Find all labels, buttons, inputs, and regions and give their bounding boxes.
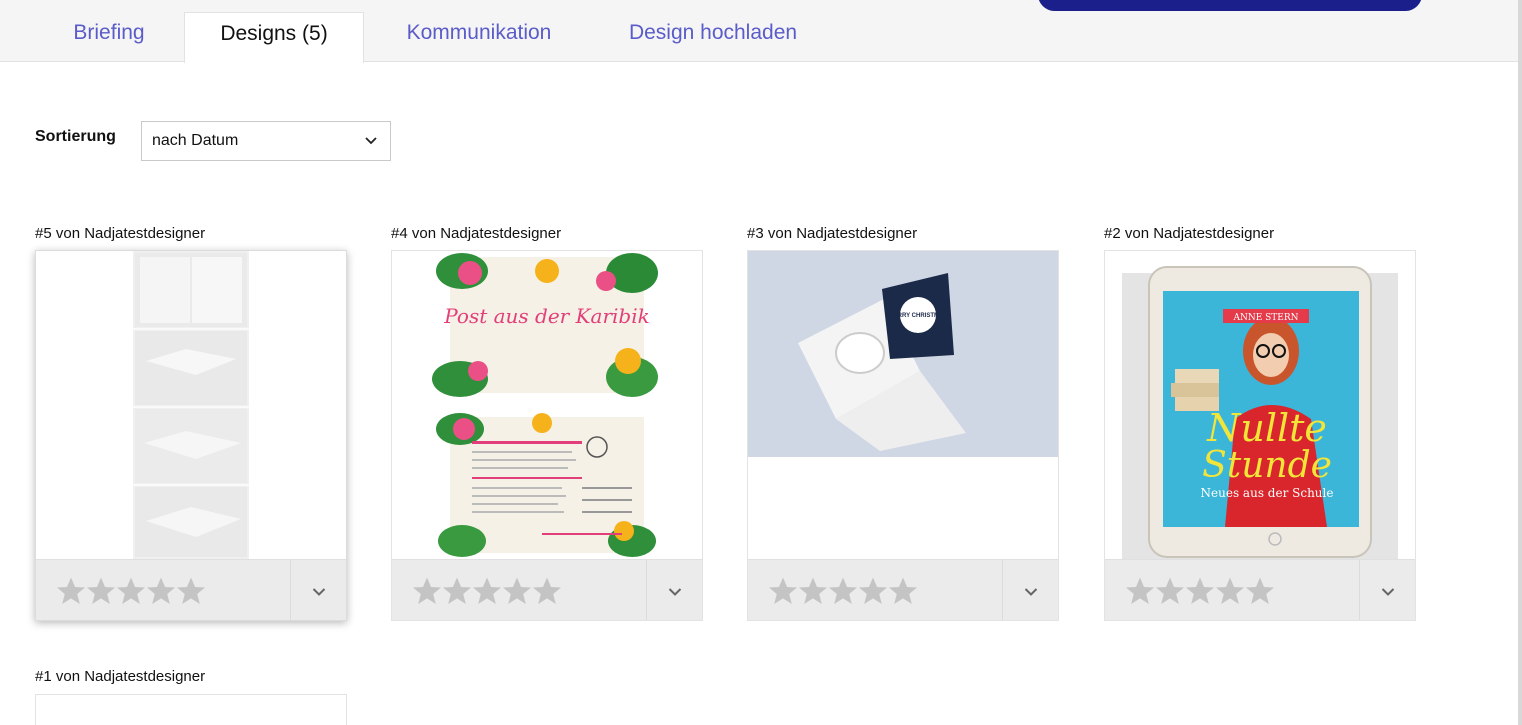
chevron-down-icon [668, 587, 682, 597]
card-menu-toggle[interactable] [646, 560, 702, 620]
card-text: MERRY CHRISTMAS [889, 313, 948, 319]
tab-bar: Briefing Designs (5) Kommunikation Desig… [0, 0, 1522, 63]
book-title-line-1: Nullte [1206, 406, 1327, 450]
star-icon[interactable] [768, 576, 798, 606]
star-icon[interactable] [828, 576, 858, 606]
card-menu-toggle[interactable] [1002, 560, 1058, 620]
design-card-2[interactable]: ANNE STERN Nullte Stunde Neues aus der S… [1104, 250, 1416, 621]
chevron-down-icon [1381, 587, 1395, 597]
design-thumbnail[interactable]: ANNE STERN Nullte Stunde Neues aus der S… [1105, 251, 1415, 559]
design-title: #5 von Nadjatestdesigner [35, 225, 206, 242]
design-card-4[interactable]: Post aus der Karibik [391, 250, 703, 621]
design-title: #2 von Nadjatestdesigner [1104, 225, 1275, 242]
star-icon[interactable] [502, 576, 532, 606]
star-icon[interactable] [176, 576, 206, 606]
front-card-text: Post aus der Karibik [443, 304, 649, 328]
card-menu-toggle[interactable] [290, 560, 346, 620]
design-title: #4 von Nadjatestdesigner [391, 225, 562, 242]
design-thumbnail[interactable]: Post aus der Karibik [392, 251, 702, 559]
star-icon[interactable] [532, 576, 562, 606]
rating-bar [748, 559, 1058, 620]
star-icon[interactable] [1215, 576, 1245, 606]
chevron-down-icon [1024, 587, 1038, 597]
top-action-button[interactable] [1038, 0, 1422, 11]
design-thumbnail[interactable]: MERRY CHRISTMAS [748, 251, 1058, 559]
star-rating[interactable] [56, 576, 206, 606]
star-icon[interactable] [56, 576, 86, 606]
star-icon[interactable] [798, 576, 828, 606]
card-menu-toggle[interactable] [1359, 560, 1415, 620]
tab-kommunikation[interactable]: Kommunikation [384, 12, 574, 62]
star-icon[interactable] [1245, 576, 1275, 606]
book-title-line-2: Stunde [1202, 445, 1332, 486]
star-icon[interactable] [1185, 576, 1215, 606]
sort-select-value: nach Datum [152, 132, 239, 149]
star-icon[interactable] [412, 576, 442, 606]
chevron-down-icon [312, 587, 326, 597]
sort-select[interactable]: nach Datum [141, 121, 391, 161]
star-icon[interactable] [146, 576, 176, 606]
star-icon[interactable] [888, 576, 918, 606]
star-icon[interactable] [442, 576, 472, 606]
design-card-1[interactable] [35, 694, 347, 725]
star-icon[interactable] [472, 576, 502, 606]
sort-label: Sortierung [35, 128, 116, 145]
rating-bar [1105, 559, 1415, 620]
tab-designs[interactable]: Designs (5) [184, 12, 364, 63]
rating-bar [392, 559, 702, 620]
tab-design-hochladen[interactable]: Design hochladen [610, 12, 816, 62]
design-card-5[interactable] [35, 250, 347, 621]
star-icon[interactable] [86, 576, 116, 606]
chevron-down-icon [365, 137, 377, 145]
author-name: ANNE STERN [1232, 313, 1298, 323]
star-icon[interactable] [116, 576, 146, 606]
design-card-3[interactable]: MERRY CHRISTMAS [747, 250, 1059, 621]
page-scrollbar[interactable] [1518, 0, 1522, 725]
star-icon[interactable] [1155, 576, 1185, 606]
star-icon[interactable] [1125, 576, 1155, 606]
star-rating[interactable] [412, 576, 562, 606]
book-subtitle: Neues aus der Schule [1201, 486, 1334, 500]
design-title: #3 von Nadjatestdesigner [747, 225, 918, 242]
star-icon[interactable] [858, 576, 888, 606]
design-thumbnail[interactable] [36, 251, 346, 559]
tab-briefing[interactable]: Briefing [44, 12, 174, 62]
rating-bar [36, 559, 346, 620]
design-title: #1 von Nadjatestdesigner [35, 668, 206, 685]
star-rating[interactable] [1125, 576, 1275, 606]
star-rating[interactable] [768, 576, 918, 606]
